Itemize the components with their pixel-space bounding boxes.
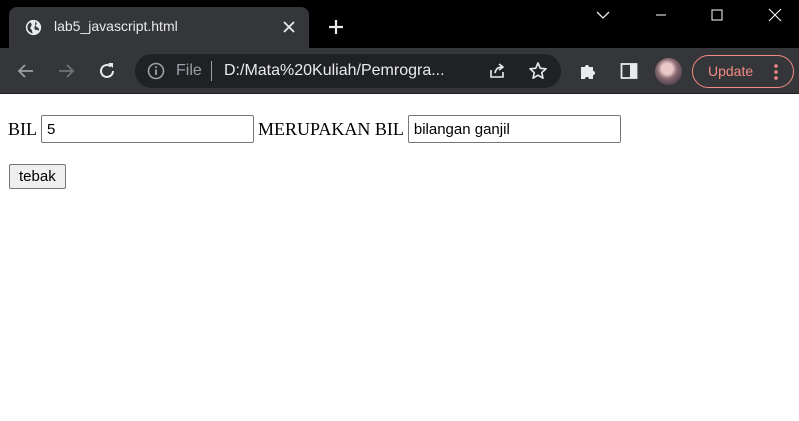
reload-button[interactable] [95, 59, 119, 83]
url-text[interactable]: D:/Mata%20Kuliah/Pemrogra... [224, 62, 445, 80]
scheme-label: File [176, 62, 202, 79]
more-vert-icon [774, 64, 778, 80]
bil-label: BIL [8, 118, 37, 139]
update-label: Update [708, 63, 754, 79]
close-window-button[interactable] [752, 0, 798, 30]
arrow-left-icon [17, 64, 33, 78]
chevron-down-icon [596, 11, 610, 19]
new-tab-icon[interactable] [326, 17, 346, 37]
reload-icon [100, 63, 114, 78]
forward-button[interactable] [54, 59, 78, 83]
share-icon[interactable] [487, 61, 507, 81]
close-icon [768, 8, 782, 22]
update-button[interactable]: Update [692, 55, 794, 88]
profile-avatar[interactable] [655, 58, 682, 85]
globe-icon [25, 19, 42, 36]
page-content: BIL 5 MERUPAKAN BIL bilangan ganjil teba… [0, 95, 799, 421]
omnibox-divider [211, 61, 212, 81]
minimize-button[interactable] [638, 0, 684, 30]
tebak-button[interactable]: tebak [9, 164, 66, 189]
form-row: BIL 5 MERUPAKAN BIL bilangan ganjil [8, 115, 625, 143]
maximize-icon [711, 9, 723, 21]
result-input[interactable]: bilangan ganjil [407, 115, 621, 143]
side-panel-icon[interactable] [619, 61, 639, 81]
tab-search-button[interactable] [580, 0, 626, 30]
close-tab-icon[interactable] [279, 17, 299, 37]
puzzle-icon[interactable] [578, 61, 598, 81]
result-label: MERUPAKAN BIL [258, 118, 404, 139]
star-icon[interactable] [528, 61, 548, 81]
info-icon[interactable] [147, 62, 165, 80]
maximize-button[interactable] [694, 0, 740, 30]
tab-strip: lab5_javascript.html [0, 0, 799, 48]
back-button[interactable] [14, 59, 38, 83]
browser-toolbar: File D:/Mata%20Kuliah/Pemrogra... Update [0, 48, 799, 94]
address-bar[interactable]: File D:/Mata%20Kuliah/Pemrogra... [135, 54, 561, 88]
tab-title: lab5_javascript.html [54, 18, 178, 34]
arrow-right-icon [59, 64, 75, 78]
bil-input[interactable]: 5 [41, 115, 254, 143]
browser-tab[interactable]: lab5_javascript.html [9, 7, 309, 48]
minimize-icon [656, 14, 666, 16]
